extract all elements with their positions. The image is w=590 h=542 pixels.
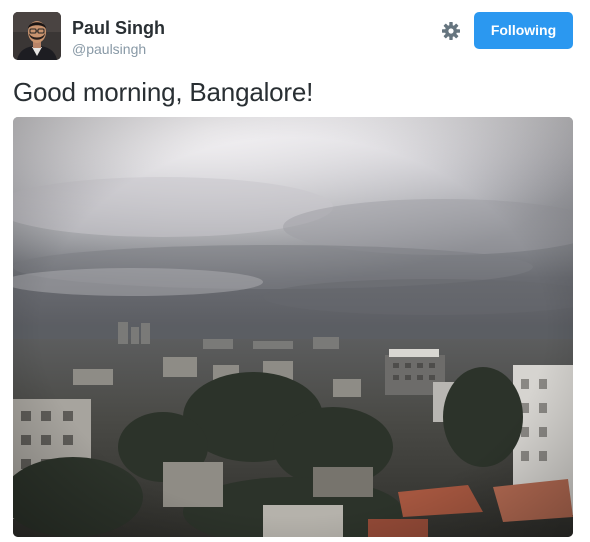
tweet-photo[interactable] [13,117,573,537]
tweet-text: Good morning, Bangalore! [13,77,314,107]
following-button[interactable]: Following [474,12,573,49]
author-name[interactable]: Paul Singh [72,17,165,39]
tweet-card: Paul Singh @paulsingh Following Good mor… [0,0,590,542]
avatar[interactable] [13,12,61,60]
gear-icon[interactable] [441,21,461,41]
author-handle[interactable]: @paulsingh [72,40,146,58]
